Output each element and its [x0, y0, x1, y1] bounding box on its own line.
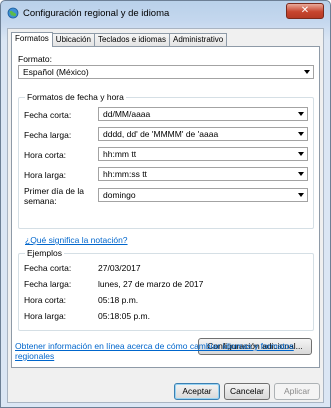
chevron-down-icon [298, 112, 304, 116]
short-time-label: Hora corta: [24, 150, 67, 160]
tab-ubicacion[interactable]: Ubicación [51, 33, 95, 46]
ok-button[interactable]: Aceptar [174, 383, 220, 400]
examples-group: Ejemplos Fecha corta: 27/03/2017 Fecha l… [18, 248, 314, 331]
close-icon: ✕ [300, 5, 310, 16]
example-long-date-label: Fecha larga: [24, 279, 72, 289]
long-date-label: Fecha larga: [24, 130, 72, 140]
example-short-time-value: 05:18 p.m. [98, 295, 139, 305]
short-date-value: dd/MM/aaaa [103, 109, 151, 119]
long-time-value: hh:mm:ss tt [103, 169, 147, 179]
dialog-body: Formatos Ubicación Teclados e idiomas Ad… [7, 28, 324, 403]
tab-administrativo[interactable]: Administrativo [168, 33, 228, 46]
window-title: Configuración regional y de idioma [23, 8, 170, 19]
online-info-link-line2[interactable]: regionales [15, 351, 54, 361]
short-time-value: hh:mm tt [103, 149, 137, 159]
short-time-select[interactable]: hh:mm tt [98, 147, 308, 161]
formatos-panel: Formato: Español (México) Formatos de fe… [11, 46, 320, 368]
chevron-down-icon [298, 193, 304, 197]
chevron-down-icon [298, 152, 304, 156]
tab-teclados-idiomas[interactable]: Teclados e idiomas [93, 33, 170, 46]
first-day-label-line1: Primer día de la [24, 186, 84, 196]
short-date-select[interactable]: dd/MM/aaaa [98, 107, 308, 121]
format-select[interactable]: Español (México) [18, 65, 314, 79]
example-long-time-value: 05:18:05 p.m. [98, 311, 150, 321]
example-short-date-label: Fecha corta: [24, 263, 72, 273]
first-day-label-line2: semana: [24, 196, 57, 206]
apply-button[interactable]: Aplicar [274, 383, 320, 400]
globe-icon [7, 7, 19, 19]
first-day-select[interactable]: domingo [98, 188, 308, 202]
datetime-group-title: Formatos de fecha y hora [25, 92, 126, 102]
cancel-button[interactable]: Cancelar [224, 383, 270, 400]
datetime-group: Formatos de fecha y hora Fecha corta: dd… [18, 92, 314, 229]
online-info-link-line1[interactable]: Obtener información en línea acerca de c… [15, 341, 294, 351]
tab-formatos[interactable]: Formatos [11, 32, 53, 47]
dialog-window: Configuración regional y de idioma ✕ For… [0, 0, 331, 408]
long-date-value: dddd, dd' de 'MMMM' de 'aaaa [103, 129, 219, 139]
example-long-time-label: Hora larga: [24, 311, 67, 321]
chevron-down-icon [298, 132, 304, 136]
tab-strip: Formatos Ubicación Teclados e idiomas Ad… [11, 32, 228, 47]
format-value: Español (México) [23, 67, 89, 77]
long-time-select[interactable]: hh:mm:ss tt [98, 167, 308, 181]
long-time-label: Hora larga: [24, 170, 67, 180]
example-long-date-value: lunes, 27 de marzo de 2017 [98, 279, 204, 289]
long-date-select[interactable]: dddd, dd' de 'MMMM' de 'aaaa [98, 127, 308, 141]
short-date-label: Fecha corta: [24, 110, 72, 120]
examples-group-title: Ejemplos [25, 248, 64, 258]
chevron-down-icon [304, 70, 310, 74]
chevron-down-icon [298, 172, 304, 176]
title-bar[interactable]: Configuración regional y de idioma ✕ [1, 1, 330, 25]
notation-help-link[interactable]: ¿Qué significa la notación? [25, 235, 128, 245]
example-short-date-value: 27/03/2017 [98, 263, 141, 273]
format-label: Formato: [18, 54, 53, 64]
close-button[interactable]: ✕ [286, 3, 324, 19]
first-day-value: domingo [103, 190, 136, 200]
example-short-time-label: Hora corta: [24, 295, 67, 305]
